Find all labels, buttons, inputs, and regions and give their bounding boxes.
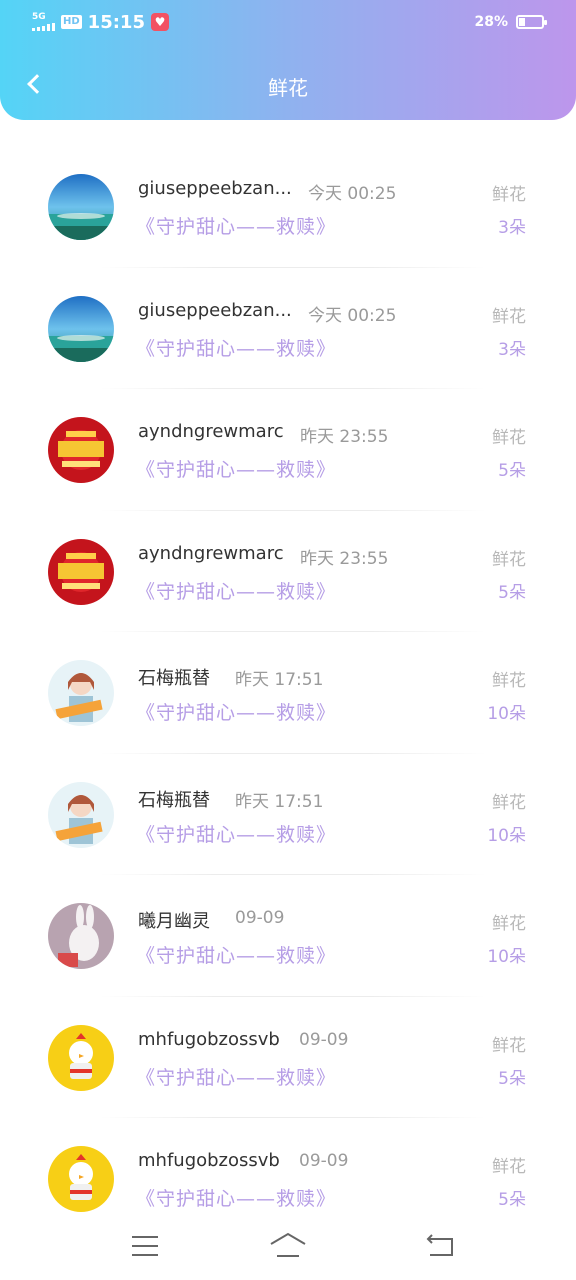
gift-book-title[interactable]: 《守护甜心——救赎》 <box>136 577 336 604</box>
gift-book-title[interactable]: 《守护甜心——救赎》 <box>136 334 336 361</box>
avatar[interactable] <box>48 660 114 726</box>
gift-time: 昨天 23:55 <box>300 548 389 569</box>
avatar[interactable] <box>48 1146 114 1212</box>
page-title: 鲜花 <box>268 76 308 100</box>
username: 石梅瓶替 <box>138 668 210 689</box>
nav-bar: 鲜花 <box>0 60 576 112</box>
gift-type-label: 鲜花 <box>492 792 526 813</box>
gift-book-title[interactable]: 《守护甜心——救赎》 <box>136 698 336 725</box>
gift-time: 昨天 23:55 <box>300 427 389 447</box>
gift-count: 10朵 <box>487 704 526 724</box>
gift-book-title[interactable]: 《守护甜心——救赎》 <box>136 941 336 968</box>
avatar[interactable] <box>48 781 114 848</box>
gift-count: 5朵 <box>498 1190 526 1210</box>
list-item[interactable]: mhfugobzossvb 09-09 《守护甜心——救赎》 鲜花 5朵 <box>0 997 576 1118</box>
gift-book-title[interactable]: 《守护甜心——救赎》 <box>136 455 336 482</box>
gift-type-label: 鲜花 <box>492 914 526 934</box>
avatar[interactable] <box>48 538 114 605</box>
return-icon <box>426 1234 453 1256</box>
username: giuseppeebzan... <box>138 299 292 321</box>
hd-badge: HD <box>61 15 82 29</box>
battery-level <box>519 18 525 26</box>
gift-type-label: 鲜花 <box>492 306 526 327</box>
gift-book-title[interactable]: 《守护甜心——救赎》 <box>136 820 336 847</box>
avatar[interactable] <box>48 1024 114 1091</box>
gift-count: 5朵 <box>498 582 526 603</box>
status-time: 15:15 <box>87 11 145 33</box>
gift-book-title[interactable]: 《守护甜心——救赎》 <box>136 1184 336 1211</box>
network-type: 5G <box>32 12 46 22</box>
gift-time: 昨天 17:51 <box>235 670 324 690</box>
gift-count: 10朵 <box>487 825 526 846</box>
gift-time: 今天 00:25 <box>308 184 397 204</box>
gift-type-label: 鲜花 <box>492 185 526 205</box>
gift-count: 10朵 <box>487 947 526 967</box>
gift-book-title[interactable]: 《守护甜心——救赎》 <box>136 1063 336 1090</box>
avatar[interactable] <box>48 903 114 969</box>
menu-button[interactable] <box>125 1230 165 1262</box>
menu-icon <box>132 1236 158 1256</box>
avatar[interactable] <box>48 295 114 362</box>
username: giuseppeebzan... <box>138 178 292 199</box>
gift-type-label: 鲜花 <box>492 1157 526 1177</box>
system-navigation-bar <box>0 1214 576 1280</box>
list-item[interactable]: 石梅瓶替 昨天 17:51 《守护甜心——救赎》 鲜花 10朵 <box>0 754 576 875</box>
gift-count: 3朵 <box>498 339 526 360</box>
signal-bars <box>32 23 55 31</box>
list-item[interactable]: ayndngrewmarc 昨天 23:55 《守护甜心——救赎》 鲜花 5朵 <box>0 389 576 511</box>
username: ayndngrewmarc <box>138 542 284 564</box>
gift-type-label: 鲜花 <box>492 1035 526 1056</box>
heart-app-icon: ♥ <box>150 13 169 31</box>
username: 曦月幽灵 <box>138 911 210 932</box>
signal-icon: 5G <box>32 13 55 31</box>
gift-count: 5朵 <box>498 1068 526 1089</box>
username: mhfugobzossvb <box>138 1028 280 1050</box>
list-item[interactable]: 石梅瓶替 昨天 17:51 《守护甜心——救赎》 鲜花 10朵 <box>0 632 576 754</box>
battery-percent: 28% <box>474 14 508 30</box>
gift-time: 09-09 <box>299 1029 349 1050</box>
list-item[interactable]: ayndngrewmarc 昨天 23:55 《守护甜心——救赎》 鲜花 5朵 <box>0 511 576 632</box>
gift-book-title[interactable]: 《守护甜心——救赎》 <box>136 212 336 239</box>
status-right: 28% <box>474 14 547 30</box>
header: 5G HD 15:15 ♥ 28% 鲜花 <box>0 0 576 120</box>
gift-type-label: 鲜花 <box>492 428 526 448</box>
gift-type-label: 鲜花 <box>492 671 526 691</box>
home-button[interactable] <box>268 1230 308 1262</box>
username: mhfugobzossvb <box>138 1150 280 1171</box>
avatar[interactable] <box>48 174 114 240</box>
gift-count: 3朵 <box>498 218 526 238</box>
gift-type-label: 鲜花 <box>492 549 526 570</box>
status-bar: 5G HD 15:15 ♥ 28% <box>0 0 576 44</box>
home-icon <box>270 1232 306 1257</box>
battery-icon <box>516 15 547 29</box>
list-item[interactable]: giuseppeebzan... 今天 00:25 《守护甜心——救赎》 鲜花 … <box>0 146 576 268</box>
list-item[interactable]: giuseppeebzan... 今天 00:25 《守护甜心——救赎》 鲜花 … <box>0 268 576 389</box>
gift-time: 昨天 17:51 <box>235 791 324 812</box>
username: 石梅瓶替 <box>138 789 210 811</box>
flower-gift-list: giuseppeebzan... 今天 00:25 《守护甜心——救赎》 鲜花 … <box>0 146 576 1240</box>
status-left: 5G HD 15:15 ♥ <box>32 12 169 33</box>
return-button[interactable] <box>420 1230 460 1262</box>
avatar[interactable] <box>48 417 114 483</box>
gift-time: 09-09 <box>299 1151 349 1171</box>
username: ayndngrewmarc <box>138 421 284 442</box>
gift-time: 09-09 <box>235 908 285 928</box>
list-item[interactable]: 曦月幽灵 09-09 《守护甜心——救赎》 鲜花 10朵 <box>0 875 576 997</box>
gift-time: 今天 00:25 <box>308 305 397 326</box>
gift-count: 5朵 <box>498 461 526 481</box>
